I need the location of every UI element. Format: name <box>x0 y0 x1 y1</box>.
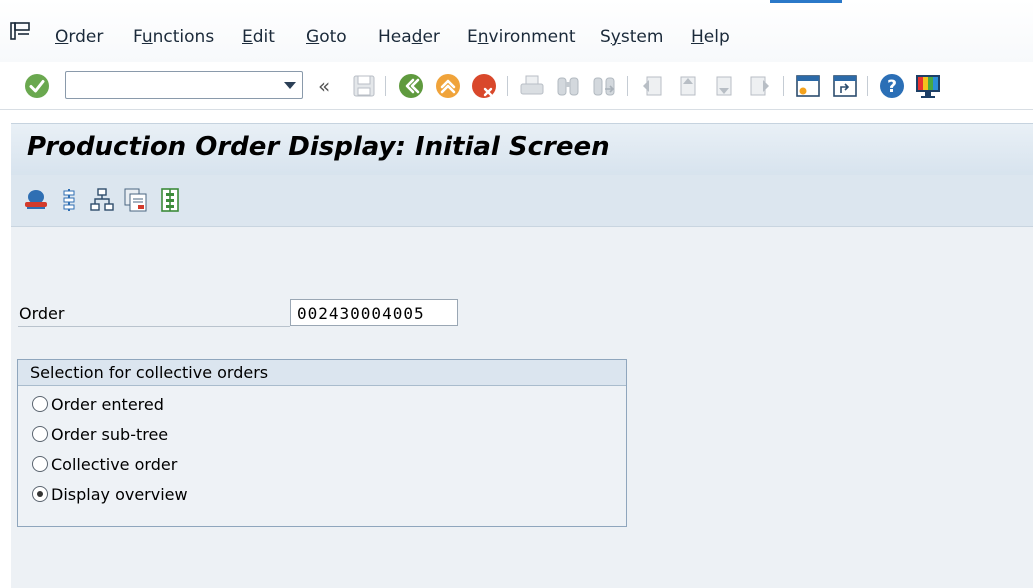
radio-button[interactable] <box>32 396 48 412</box>
menu-bar: Order Functions Edit Goto Header Environ… <box>0 0 1033 63</box>
radio-label: Display overview <box>51 484 188 504</box>
previous-page-icon[interactable] <box>674 72 702 100</box>
radio-button-selected[interactable] <box>32 486 48 502</box>
first-page-icon[interactable] <box>638 72 666 100</box>
collapse-command-field-icon[interactable]: « <box>318 76 330 96</box>
print-icon[interactable] <box>518 72 546 100</box>
toolbar-separator <box>507 76 508 96</box>
find-icon[interactable] <box>554 72 582 100</box>
page-title: Production Order Display: Initial Screen <box>27 132 610 162</box>
radio-label: Order sub-tree <box>51 424 169 444</box>
left-margin <box>0 110 11 588</box>
collective-orders-group: Selection for collective orders Order en… <box>17 359 627 527</box>
command-input[interactable] <box>68 74 272 98</box>
header-hat-icon[interactable] <box>23 187 49 213</box>
menu-help[interactable]: Help <box>691 27 730 47</box>
menu-functions[interactable]: Functions <box>133 27 214 47</box>
radio-label: Collective order <box>51 454 178 474</box>
order-number-input[interactable] <box>290 299 458 326</box>
toolbar-separator <box>627 76 628 96</box>
title-bar: Production Order Display: Initial Screen <box>11 123 1033 176</box>
menu-order[interactable]: Order <box>55 27 103 47</box>
documents-icon[interactable] <box>123 187 149 213</box>
order-label: Order <box>19 304 65 323</box>
enter-icon[interactable] <box>23 72 51 100</box>
menu-system[interactable]: System <box>600 27 663 47</box>
menu-goto[interactable]: Goto <box>306 27 347 47</box>
radio-order-sub-tree[interactable]: Order sub-tree <box>32 423 168 445</box>
menu-expand-icon[interactable] <box>10 22 32 40</box>
component-structure-icon[interactable] <box>89 187 115 213</box>
standard-toolbar: « ? <box>0 62 1033 110</box>
back-icon[interactable] <box>397 72 425 100</box>
chevron-down-icon[interactable] <box>284 82 296 89</box>
menu-environment[interactable]: Environment <box>467 27 576 47</box>
menu-header[interactable]: Header <box>378 27 440 47</box>
order-label-underline <box>18 326 290 327</box>
group-title: Selection for collective orders <box>18 360 626 386</box>
help-icon[interactable]: ? <box>878 72 906 100</box>
last-page-icon[interactable] <box>746 72 774 100</box>
radio-collective-order[interactable]: Collective order <box>32 453 177 475</box>
toolbar-separator <box>385 76 386 96</box>
application-toolbar <box>11 175 1033 227</box>
radio-order-entered[interactable]: Order entered <box>32 393 164 415</box>
svg-text:?: ? <box>887 77 897 97</box>
radio-display-overview[interactable]: Display overview <box>32 483 188 505</box>
group-title-text: Selection for collective orders <box>30 363 269 382</box>
command-field[interactable] <box>65 71 303 99</box>
cancel-icon[interactable] <box>470 72 498 100</box>
radio-label: Order entered <box>51 394 164 414</box>
radio-button[interactable] <box>32 426 48 442</box>
next-page-icon[interactable] <box>710 72 738 100</box>
create-session-icon[interactable] <box>794 72 822 100</box>
operations-icon[interactable] <box>56 187 82 213</box>
menu-edit[interactable]: Edit <box>242 27 275 47</box>
exit-icon[interactable] <box>434 72 462 100</box>
window-accent-bar <box>770 0 842 3</box>
radio-button[interactable] <box>32 456 48 472</box>
customize-layout-icon[interactable] <box>914 72 942 100</box>
sequences-icon[interactable] <box>157 187 183 213</box>
toolbar-separator <box>783 76 784 96</box>
find-next-icon[interactable] <box>590 72 618 100</box>
toolbar-separator <box>867 76 868 96</box>
shortcut-icon[interactable] <box>831 72 859 100</box>
save-icon[interactable] <box>350 72 378 100</box>
